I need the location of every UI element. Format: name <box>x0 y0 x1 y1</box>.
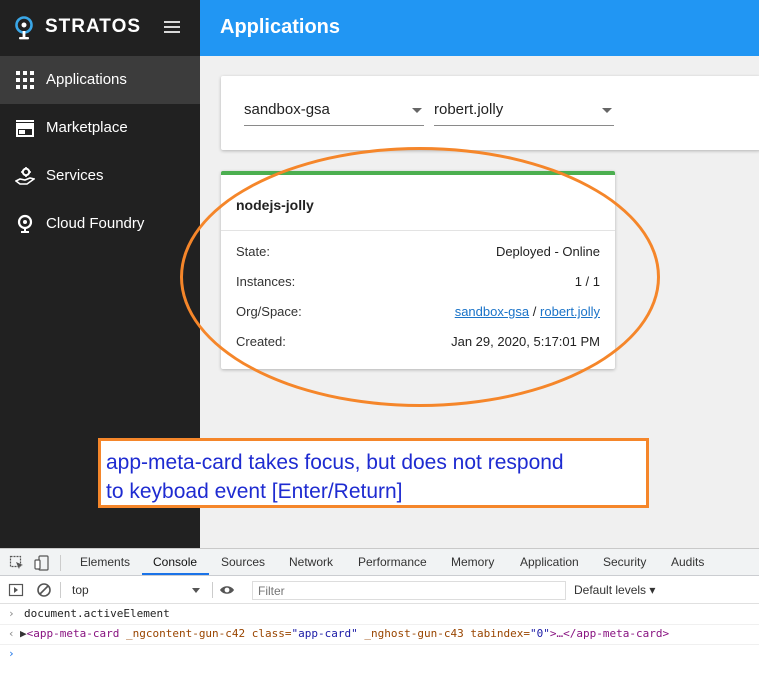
clear-console-icon[interactable] <box>36 582 52 598</box>
tab-network[interactable]: Network <box>289 555 333 569</box>
token-middle: >… <box>549 627 564 640</box>
tab-sources[interactable]: Sources <box>221 555 265 569</box>
device-toolbar-icon[interactable] <box>34 555 50 571</box>
divider <box>221 230 615 231</box>
instances-label: Instances: <box>236 274 296 289</box>
annotation-callout: app-meta-card takes focus, but does not … <box>98 438 649 508</box>
chevron-left-icon: ‹ <box>8 627 15 640</box>
tab-audits[interactable]: Audits <box>671 555 704 569</box>
token-tag-close: </app-meta-card> <box>563 627 670 640</box>
console-result-line[interactable]: ‹ ▶<app-meta-card _ngcontent-gun-c42 cla… <box>0 625 759 645</box>
token-attr: tabindex= <box>463 627 530 640</box>
sidebar-item-label: Marketplace <box>46 119 128 136</box>
filter-card: sandbox-gsa robert.jolly <box>221 76 759 150</box>
tab-performance[interactable]: Performance <box>358 555 427 569</box>
toolbar-divider <box>60 582 61 598</box>
sidebar-item-services[interactable]: Services <box>0 152 200 200</box>
chevron-right-icon: › <box>8 647 15 660</box>
chevron-down-icon <box>412 108 422 113</box>
console-result: ▶<app-meta-card _ngcontent-gun-c42 class… <box>20 627 669 640</box>
space-select-value: robert.jolly <box>434 101 504 118</box>
console-input-line: › document.activeElement <box>0 605 759 625</box>
org-space-row: Org/Space: sandbox-gsa / robert.jolly <box>236 304 600 322</box>
space-select[interactable]: robert.jolly <box>434 96 614 126</box>
top-app-bar: Applications <box>200 0 759 56</box>
token-value: "app-card" <box>291 627 358 640</box>
annotation-line-2: to keyboad event [Enter/Return] <box>106 480 403 503</box>
stratos-app: STRATOS Applications Marketplace Service… <box>0 0 759 548</box>
devtools-panel: Elements Console Sources Network Perform… <box>0 548 759 689</box>
sidebar-item-label: Cloud Foundry <box>46 215 145 232</box>
sidebar-nav: Applications Marketplace Services Cloud … <box>0 56 200 248</box>
expand-triangle-icon[interactable]: ▶ <box>20 627 27 640</box>
devtools-tab-bar: Elements Console Sources Network Perform… <box>0 549 759 576</box>
state-row: State: Deployed - Online <box>236 244 600 262</box>
token-attr: _ngcontent-gun-c42 <box>119 627 246 640</box>
sidebar-item-marketplace[interactable]: Marketplace <box>0 104 200 152</box>
log-levels-dropdown[interactable]: Default levels ▾ <box>574 583 655 597</box>
sidebar-item-applications[interactable]: Applications <box>0 56 200 104</box>
services-hand-icon <box>15 167 35 185</box>
org-space-label: Org/Space: <box>236 304 302 319</box>
app-name: nodejs-jolly <box>236 197 314 213</box>
sidebar-item-label: Services <box>46 167 104 184</box>
toolbar-divider <box>60 555 61 571</box>
created-row: Created: Jan 29, 2020, 5:17:01 PM <box>236 334 600 352</box>
hamburger-menu-icon[interactable] <box>162 18 182 38</box>
active-tab-indicator <box>142 573 209 575</box>
tab-application[interactable]: Application <box>520 555 579 569</box>
show-sidebar-icon[interactable] <box>8 582 24 598</box>
brand: STRATOS <box>0 0 200 56</box>
instances-value: 1 / 1 <box>574 274 600 289</box>
console-toolbar: top Default levels ▾ <box>0 577 759 604</box>
state-label: State: <box>236 244 270 259</box>
stratos-logo-icon <box>15 16 33 40</box>
brand-name: STRATOS <box>45 16 142 37</box>
token-attr: class= <box>245 627 292 640</box>
chevron-right-icon: › <box>8 607 15 620</box>
tab-console[interactable]: Console <box>153 555 197 569</box>
org-space-separator: / <box>532 304 537 319</box>
org-link[interactable]: sandbox-gsa <box>455 304 529 319</box>
sidebar-item-cloud-foundry[interactable]: Cloud Foundry <box>0 200 200 248</box>
page-title: Applications <box>220 16 341 38</box>
created-label: Created: <box>236 334 286 349</box>
annotation-line-1: app-meta-card takes focus, but does not … <box>106 451 564 474</box>
state-value: Deployed - Online <box>495 244 600 259</box>
inspect-element-icon[interactable] <box>9 555 25 571</box>
console-prompt-line[interactable]: › <box>0 645 759 665</box>
token-attr: _nghost-gun-c43 <box>357 627 464 640</box>
tab-elements[interactable]: Elements <box>80 555 130 569</box>
org-select-value: sandbox-gsa <box>244 101 330 118</box>
eye-icon[interactable] <box>219 582 235 598</box>
tab-security[interactable]: Security <box>603 555 646 569</box>
store-icon <box>16 120 34 137</box>
grid-icon <box>16 71 34 89</box>
context-select[interactable]: top <box>64 581 206 600</box>
sidebar-item-label: Applications <box>46 71 127 88</box>
token-value: "0" <box>529 627 550 640</box>
tab-memory[interactable]: Memory <box>451 555 494 569</box>
context-value: top <box>72 583 89 597</box>
instances-row: Instances: 1 / 1 <box>236 274 600 292</box>
cloud-foundry-icon <box>17 214 33 233</box>
created-value: Jan 29, 2020, 5:17:01 PM <box>451 334 600 349</box>
toolbar-divider <box>212 582 213 598</box>
org-space-value: sandbox-gsa / robert.jolly <box>455 304 600 319</box>
org-select[interactable]: sandbox-gsa <box>244 96 424 126</box>
console-output: › document.activeElement ‹ ▶<app-meta-ca… <box>0 605 759 690</box>
app-meta-card[interactable]: nodejs-jolly State: Deployed - Online In… <box>221 171 615 369</box>
console-command: document.activeElement <box>24 607 170 620</box>
token-tag-open: <app-meta-card <box>26 627 120 640</box>
chevron-down-icon <box>192 588 200 593</box>
console-filter-input[interactable] <box>252 581 566 600</box>
chevron-down-icon <box>602 108 612 113</box>
space-link[interactable]: robert.jolly <box>540 304 600 319</box>
